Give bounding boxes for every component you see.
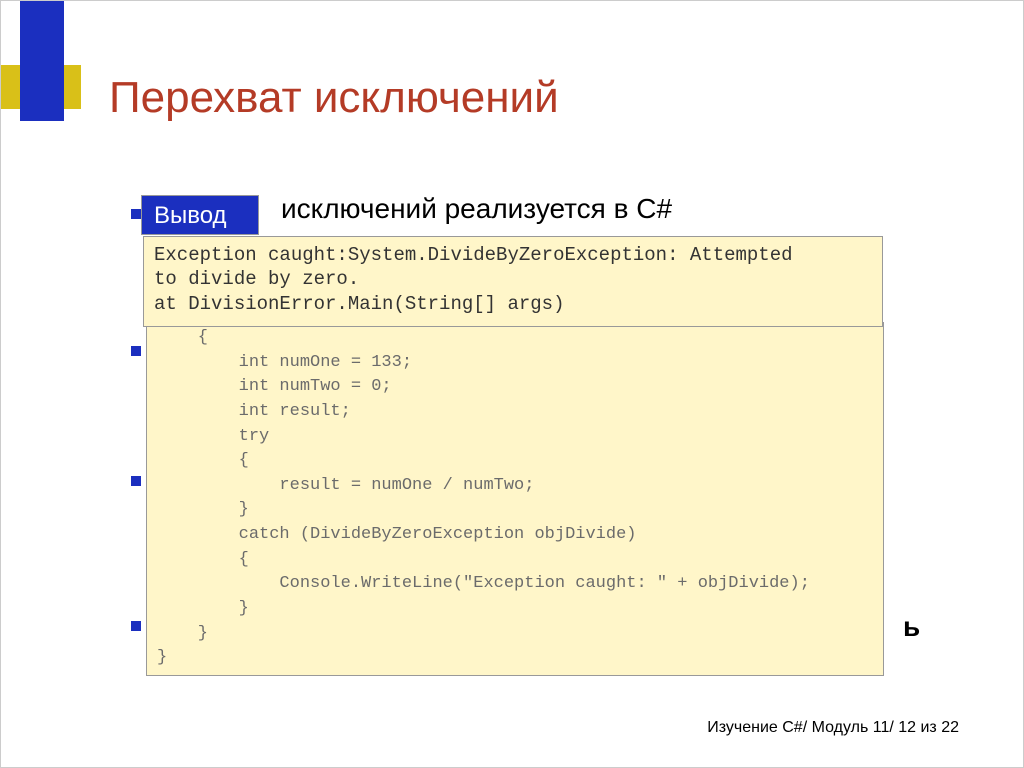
bullet-marker <box>131 476 141 486</box>
slide-footer: Изучение C#/ Модуль 11/ 12 из 22 <box>707 719 959 737</box>
bullet-marker <box>131 209 141 219</box>
bullet-text: исключений реализуется в C# <box>281 192 901 226</box>
bullet-marker <box>131 621 141 631</box>
bullet-marker <box>131 346 141 356</box>
decor-blue-rect <box>20 1 64 121</box>
output-label: Вывод <box>141 195 259 235</box>
output-box: Exception caught:System.DivideByZeroExce… <box>143 236 883 327</box>
slide-title: Перехват исключений <box>109 73 559 123</box>
code-box: { int numOne = 133; int numTwo = 0; int … <box>146 322 884 676</box>
overflow-char: ь <box>903 611 920 643</box>
slide: Перехват исключений исключений реализует… <box>0 0 1024 768</box>
